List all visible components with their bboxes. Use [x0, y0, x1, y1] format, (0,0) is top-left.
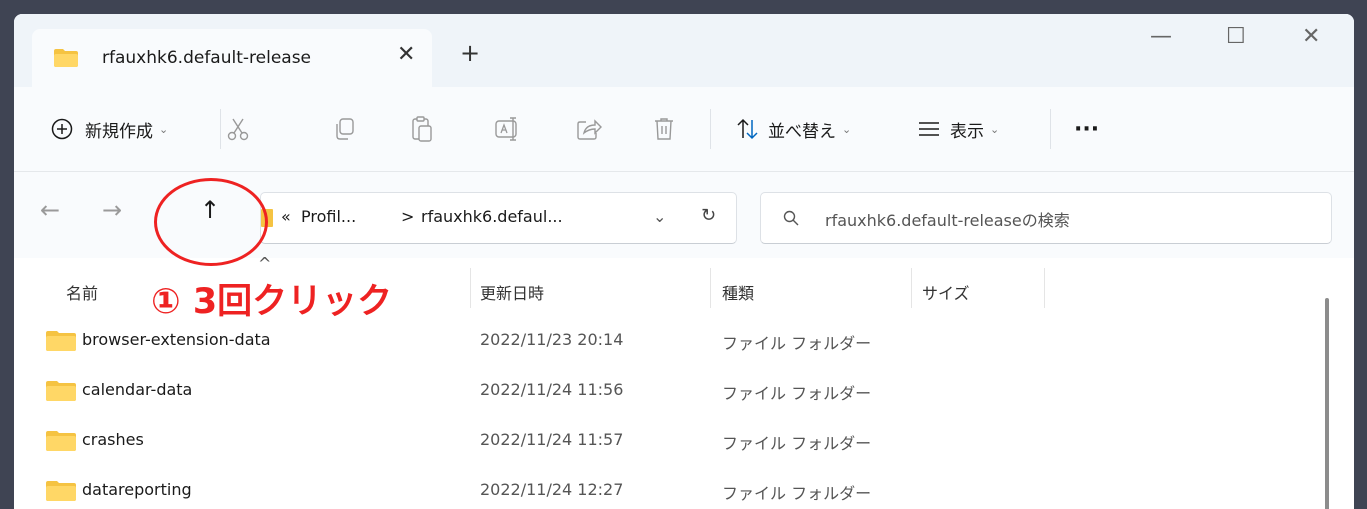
column-divider — [911, 268, 912, 308]
more-icon: ··· — [1074, 116, 1100, 142]
more-button[interactable]: ··· — [1074, 87, 1099, 171]
file-date: 2022/11/24 12:27 — [480, 480, 624, 499]
search-box[interactable]: rfauxhk6.default-releaseの検索 — [760, 192, 1332, 244]
breadcrumb-item[interactable]: Profil... — [301, 207, 356, 226]
file-name: datareporting — [82, 480, 192, 499]
address-bar[interactable]: « Profil... > rfauxhk6.defaul... ⌄ ↻ — [260, 192, 737, 244]
folder-icon — [54, 49, 78, 67]
annotation-circle — [154, 178, 268, 266]
folder-icon — [46, 331, 76, 351]
copy-button[interactable] — [332, 87, 358, 171]
title-bar: rfauxhk6.default-release ✕ + — ☐ ✕ — [14, 14, 1354, 87]
chevron-down-icon[interactable]: ⌄ — [653, 207, 666, 226]
column-header-name[interactable]: 名前 — [66, 280, 98, 304]
annotation-label: ① 3回クリック — [147, 281, 397, 323]
file-name: browser-extension-data — [82, 330, 271, 349]
chevron-down-icon: ⌄ — [159, 122, 169, 136]
refresh-icon[interactable]: ↻ — [701, 205, 716, 226]
sort-button[interactable]: 並べ替え ⌄ — [736, 87, 851, 171]
cut-icon — [227, 118, 249, 141]
search-input[interactable]: rfauxhk6.default-releaseの検索 — [825, 207, 1070, 231]
close-window-button[interactable]: ✕ — [1302, 26, 1320, 48]
file-type: ファイル フォルダー — [722, 434, 872, 453]
minimize-button[interactable]: — — [1150, 26, 1172, 48]
toolbar-divider — [710, 109, 711, 149]
toolbar-divider — [1050, 109, 1051, 149]
list-item[interactable]: datareporting 2022/11/24 12:27 ファイル フォルダ… — [14, 464, 1354, 509]
file-type: ファイル フォルダー — [722, 334, 872, 353]
column-header-date[interactable]: 更新日時 — [480, 280, 544, 304]
rename-icon — [495, 117, 517, 141]
paste-button[interactable] — [410, 87, 436, 171]
view-button[interactable]: 表示 ⌄ — [918, 87, 999, 171]
close-tab-icon[interactable]: ✕ — [397, 42, 415, 67]
file-date: 2022/11/23 20:14 — [480, 330, 624, 349]
new-button-label: 新規作成 — [85, 121, 153, 142]
column-divider — [470, 268, 471, 308]
view-icon — [919, 122, 939, 136]
breadcrumb-separator[interactable]: > — [401, 207, 414, 226]
breadcrumb-overflow[interactable]: « — [281, 207, 291, 226]
share-icon — [577, 119, 602, 140]
list-item[interactable]: crashes 2022/11/24 11:57 ファイル フォルダー — [14, 414, 1354, 464]
chevron-down-icon: ⌄ — [990, 122, 1000, 136]
column-divider — [710, 268, 711, 308]
file-type: ファイル フォルダー — [722, 384, 872, 403]
sort-label: 並べ替え — [768, 121, 836, 142]
view-label: 表示 — [950, 121, 984, 142]
rename-button[interactable] — [494, 87, 522, 171]
maximize-button[interactable]: ☐ — [1226, 26, 1246, 48]
copy-icon — [336, 118, 354, 140]
folder-icon — [46, 431, 76, 451]
file-date: 2022/11/24 11:56 — [480, 380, 624, 399]
new-button[interactable]: 新規作成 ⌄ — [51, 87, 168, 171]
sort-caret-icon: ^ — [258, 254, 272, 273]
delete-icon — [655, 118, 673, 140]
tab-active[interactable]: rfauxhk6.default-release ✕ — [32, 29, 432, 87]
toolbar-divider — [220, 109, 221, 149]
file-type: ファイル フォルダー — [722, 484, 872, 503]
back-icon[interactable]: ← — [40, 198, 60, 222]
column-divider — [1044, 268, 1045, 308]
new-tab-button[interactable]: + — [460, 41, 480, 65]
file-name: crashes — [82, 430, 144, 449]
sort-icon — [737, 118, 758, 140]
file-name: calendar-data — [82, 380, 193, 399]
column-header-size[interactable]: サイズ — [922, 280, 970, 304]
forward-icon[interactable]: → — [102, 198, 122, 222]
add-circle-icon — [51, 118, 73, 140]
search-icon — [783, 210, 799, 226]
paste-icon — [412, 116, 432, 142]
list-item[interactable]: calendar-data 2022/11/24 11:56 ファイル フォルダ… — [14, 364, 1354, 414]
chevron-down-icon: ⌄ — [842, 122, 852, 136]
delete-button[interactable] — [652, 87, 676, 171]
cut-button[interactable] — [224, 87, 252, 171]
breadcrumb-item[interactable]: rfauxhk6.defaul... — [421, 207, 563, 226]
share-button[interactable] — [575, 87, 603, 171]
column-header-type[interactable]: 種類 — [722, 280, 754, 304]
vertical-scrollbar[interactable] — [1325, 298, 1329, 509]
folder-icon — [46, 481, 76, 501]
folder-icon — [46, 381, 76, 401]
tab-title: rfauxhk6.default-release — [102, 48, 312, 68]
command-bar: 新規作成 ⌄ 並べ替え ⌄ 表示 ⌄ ··· — [14, 87, 1354, 172]
file-date: 2022/11/24 11:57 — [480, 430, 624, 449]
